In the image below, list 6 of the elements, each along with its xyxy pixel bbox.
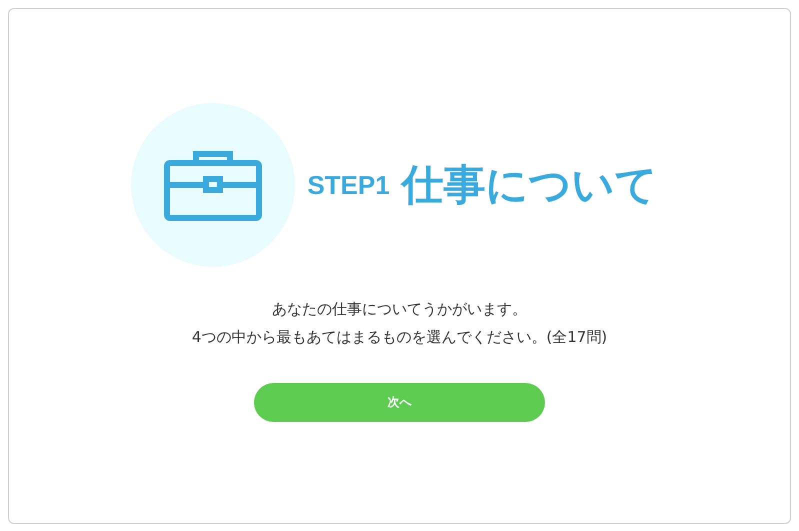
intro-text: 4つの中から最もあてはまるものを選んでください。(全17問)	[192, 327, 608, 348]
next-button[interactable]: 次へ	[254, 383, 545, 422]
page-title: 仕事について	[402, 159, 658, 211]
step-label: STEP1	[307, 170, 390, 200]
intro-text: あなたの仕事についてうかがいます。	[271, 299, 528, 320]
briefcase-icon	[164, 149, 262, 221]
